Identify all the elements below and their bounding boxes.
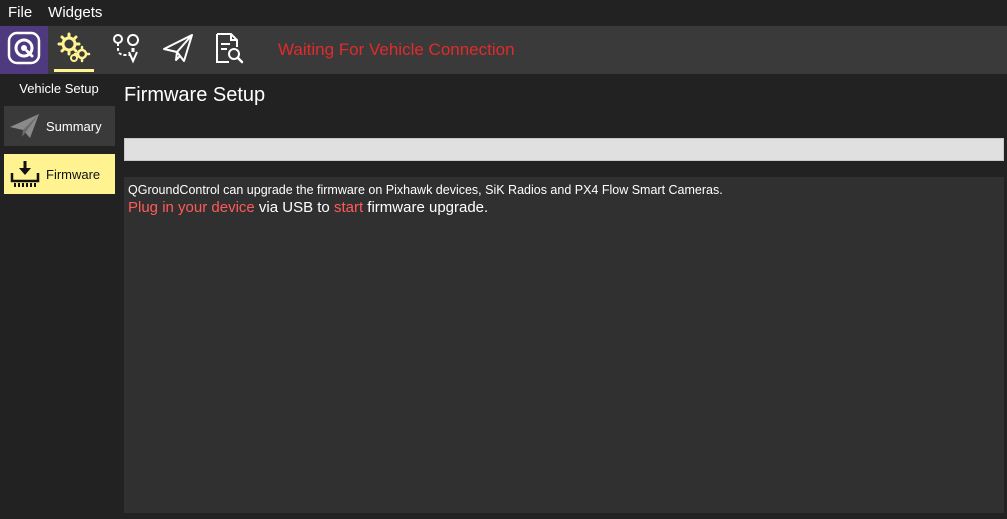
analyze-view-button[interactable]	[204, 26, 252, 74]
active-indicator	[54, 69, 94, 72]
connection-status: Waiting For Vehicle Connection	[278, 40, 515, 59]
fly-icon	[161, 31, 195, 70]
logo-icon	[7, 31, 41, 70]
sidebar-item-label: Firmware	[46, 166, 101, 182]
page-title: Firmware Setup	[124, 84, 266, 106]
sidebar-item-firmware[interactable]: Firmware	[4, 154, 115, 194]
plan-icon	[109, 31, 143, 70]
instruction-text: Plug in your device via USB to start fir…	[128, 198, 1000, 218]
instruction-start: start	[333, 199, 364, 216]
download-icon	[4, 154, 46, 194]
menu-bar: File Widgets	[0, 0, 1007, 26]
fly-view-button[interactable]	[154, 26, 202, 74]
sidebar-item-summary[interactable]: Summary	[4, 106, 115, 146]
firmware-progress-bar	[124, 138, 1004, 161]
menu-widgets[interactable]: Widgets	[40, 0, 110, 26]
qgc-logo-button[interactable]	[0, 26, 48, 74]
instruction-upgrade: firmware upgrade.	[363, 199, 489, 216]
instruction-plug-in: Plug in your device	[128, 199, 255, 216]
instruction-via-usb: via USB to	[254, 199, 334, 216]
info-text: QGroundControl can upgrade the firmware …	[128, 183, 723, 197]
vehicle-setup-button[interactable]	[50, 26, 98, 74]
vehicle-setup-sidebar: Vehicle Setup Summary Firmware	[0, 74, 118, 519]
sidebar-item-label: Summary	[46, 118, 102, 134]
menu-file[interactable]: File	[0, 0, 40, 26]
main-toolbar: Waiting For Vehicle Connection	[0, 26, 1007, 74]
paper-plane-icon	[4, 106, 46, 146]
sidebar-title: Vehicle Setup	[19, 81, 99, 96]
vehicle-setup-gears-icon	[57, 32, 91, 69]
plan-view-button[interactable]	[102, 26, 150, 74]
firmware-output-log[interactable]: QGroundControl can upgrade the firmware …	[124, 177, 1004, 513]
analyze-icon	[211, 31, 245, 70]
firmware-setup-panel: Firmware Setup QGroundControl can upgrad…	[122, 74, 1007, 519]
